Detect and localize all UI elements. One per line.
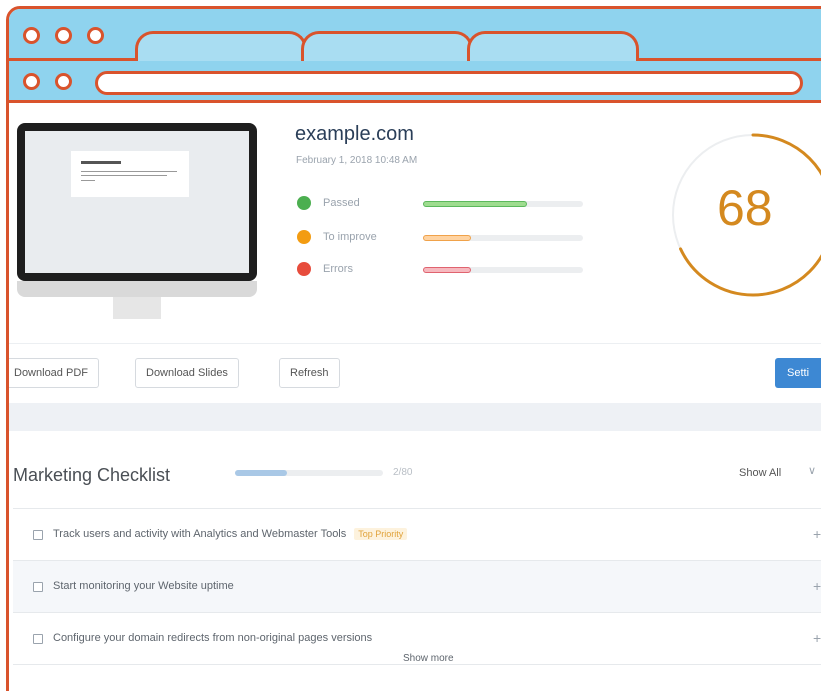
- monitor-stand: [113, 297, 161, 319]
- nav-back-dot[interactable]: [23, 73, 40, 90]
- refresh-button[interactable]: Refresh: [279, 358, 340, 388]
- check-icon: [297, 196, 311, 210]
- checklist-item-label: Start monitoring your Website uptime: [53, 580, 234, 592]
- show-more-link[interactable]: Show more: [403, 653, 454, 664]
- score-gauge: 68: [663, 125, 821, 305]
- checklist-progress-fill: [235, 470, 287, 476]
- warning-icon: [297, 230, 311, 244]
- url-input[interactable]: [95, 71, 803, 95]
- priority-badge: Top Priority: [354, 528, 408, 540]
- checklist-item[interactable]: Start monitoring your Website uptime +: [13, 560, 821, 612]
- section-divider: [9, 403, 821, 431]
- browser-tab-3[interactable]: [467, 31, 639, 65]
- stat-label: Errors: [323, 263, 353, 275]
- stat-track: [423, 201, 583, 207]
- report-date: February 1, 2018 10:48 AM: [296, 155, 418, 166]
- checklist-item-label: Track users and activity with Analytics …: [53, 528, 347, 540]
- show-all-dropdown[interactable]: Show All: [739, 467, 781, 479]
- chevron-down-icon[interactable]: ∨: [808, 464, 816, 477]
- checklist-progress: [235, 470, 383, 476]
- checklist-count: 2/80: [393, 467, 413, 478]
- monitor-frame: [17, 123, 257, 281]
- stat-fill: [423, 267, 471, 273]
- stat-fill: [423, 235, 471, 241]
- checklist-item-text: Track users and activity with Analytics …: [53, 528, 408, 540]
- score-value: 68: [717, 180, 773, 236]
- stat-label: Passed: [323, 197, 360, 209]
- page-content: example.com February 1, 2018 10:48 AM Pa…: [9, 103, 821, 691]
- stat-passed: Passed: [297, 195, 597, 213]
- browser-tab-1[interactable]: [135, 31, 307, 65]
- checklist-item[interactable]: Track users and activity with Analytics …: [13, 508, 821, 560]
- monitor-chin: [17, 281, 257, 297]
- download-pdf-button[interactable]: Download PDF: [9, 358, 99, 388]
- stat-fill: [423, 201, 527, 207]
- error-icon: [297, 262, 311, 276]
- settings-button[interactable]: Setti: [775, 358, 821, 388]
- download-slides-button[interactable]: Download Slides: [135, 358, 239, 388]
- checkbox[interactable]: [33, 634, 43, 644]
- browser-addressbar: [9, 61, 821, 103]
- nav-forward-dot[interactable]: [55, 73, 72, 90]
- site-title[interactable]: example.com: [295, 123, 414, 146]
- preview-card: [71, 151, 189, 197]
- checklist-footer: [13, 664, 821, 691]
- site-preview-monitor: [17, 123, 257, 319]
- stat-track: [423, 267, 583, 273]
- action-bar: Download PDF Download Slides Refresh Set…: [9, 343, 821, 403]
- expand-plus-icon[interactable]: +: [813, 578, 821, 594]
- stat-label: To improve: [323, 231, 377, 243]
- stat-track: [423, 235, 583, 241]
- checklist-item-label: Configure your domain redirects from non…: [53, 632, 373, 644]
- stat-errors: Errors: [297, 261, 597, 279]
- browser-titlebar: [9, 9, 821, 65]
- browser-window: example.com February 1, 2018 10:48 AM Pa…: [6, 6, 821, 691]
- expand-plus-icon[interactable]: +: [813, 630, 821, 646]
- stat-to-improve: To improve: [297, 229, 597, 247]
- checkbox[interactable]: [33, 530, 43, 540]
- browser-tab-2[interactable]: [301, 31, 473, 65]
- checklist-title: Marketing Checklist: [13, 465, 171, 485]
- window-maximize-dot[interactable]: [87, 27, 104, 44]
- window-close-dot[interactable]: [23, 27, 40, 44]
- expand-plus-icon[interactable]: +: [813, 526, 821, 542]
- window-minimize-dot[interactable]: [55, 27, 72, 44]
- checkbox[interactable]: [33, 582, 43, 592]
- monitor-screen: [25, 131, 249, 273]
